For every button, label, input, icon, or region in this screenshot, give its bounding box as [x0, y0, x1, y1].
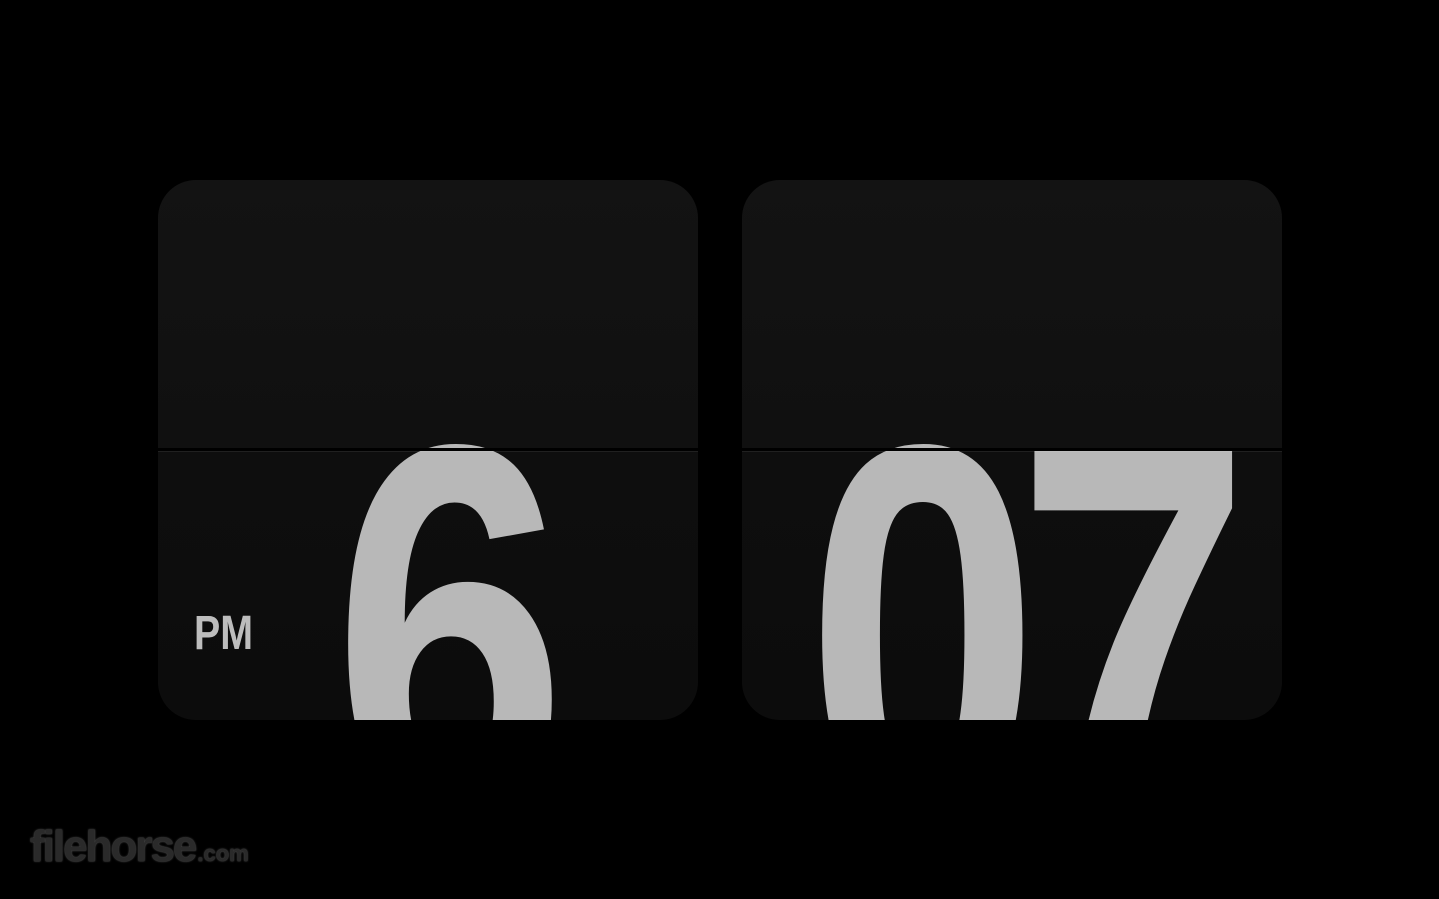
filehorse-watermark: filehorse .com	[30, 822, 249, 872]
hours-card: 6 PM	[158, 180, 698, 720]
watermark-suffix: .com	[197, 841, 249, 866]
period-label: PM	[194, 607, 254, 660]
hours-card-split-line	[158, 448, 698, 451]
minutes-card: 07	[742, 180, 1282, 720]
minutes-card-split-line	[742, 448, 1282, 451]
watermark-brand: filehorse	[30, 822, 197, 871]
